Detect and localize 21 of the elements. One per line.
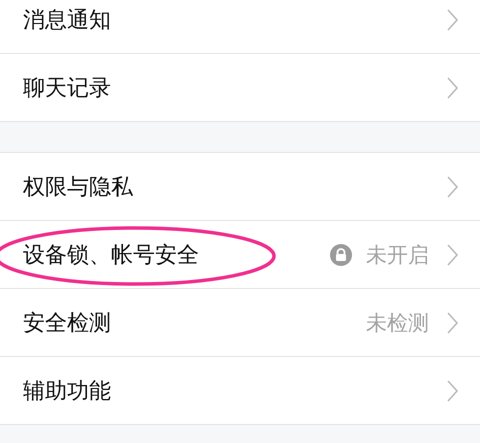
chevron-right-icon xyxy=(447,8,458,30)
row-label: 安全检测 xyxy=(23,310,112,338)
lock-icon xyxy=(330,244,352,266)
settings-row[interactable]: 辅助功能 xyxy=(0,357,480,424)
row-label: 设备锁、帐号安全 xyxy=(23,242,200,270)
row-label: 权限与隐私 xyxy=(23,174,134,202)
chevron-right-icon xyxy=(447,380,458,402)
chevron-right-icon xyxy=(447,244,458,266)
chevron-right-icon xyxy=(447,176,458,198)
settings-row[interactable]: 权限与隐私 xyxy=(0,153,480,221)
row-label: 辅助功能 xyxy=(23,378,112,406)
settings-row[interactable]: 消息通知 xyxy=(0,0,480,54)
chevron-right-icon xyxy=(447,312,458,334)
settings-row[interactable]: 安全检测 未检测 xyxy=(0,289,480,357)
settings-row[interactable]: 设备锁、帐号安全 未开启 xyxy=(0,221,480,289)
chevron-right-icon xyxy=(447,76,458,98)
status-text: 未开启 xyxy=(366,242,429,268)
row-label: 聊天记录 xyxy=(23,74,112,102)
settings-row[interactable]: 聊天记录 xyxy=(0,54,480,121)
row-label: 消息通知 xyxy=(23,6,112,34)
status-text: 未检测 xyxy=(366,310,429,336)
